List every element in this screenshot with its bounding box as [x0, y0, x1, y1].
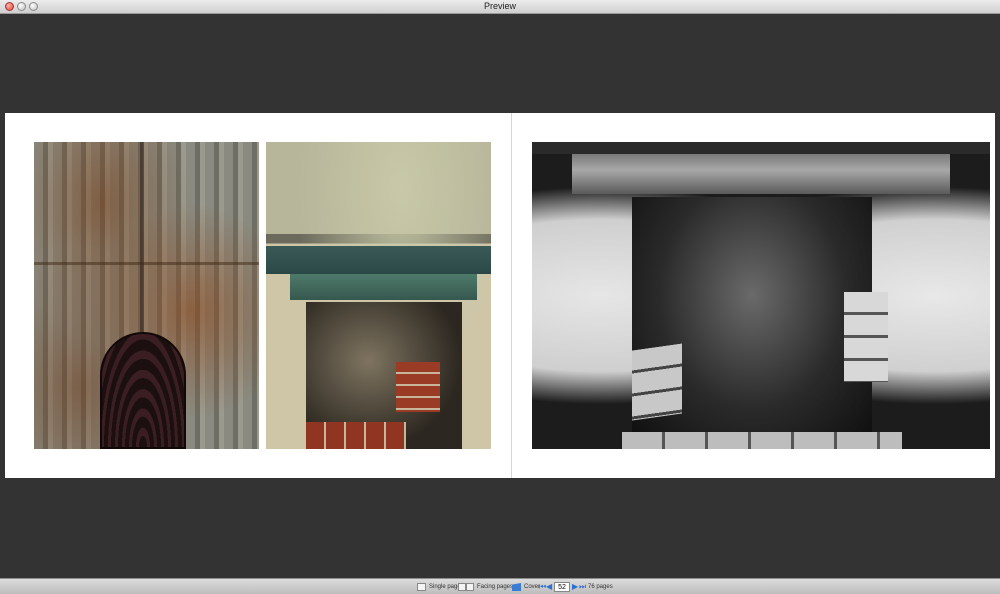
- photo-detail: [100, 332, 186, 449]
- rusted-iron-photo[interactable]: [34, 142, 259, 449]
- photo-detail: [306, 422, 406, 449]
- photo-detail: [290, 274, 477, 300]
- window-title: Preview: [483, 1, 516, 11]
- page-number-input[interactable]: [554, 582, 570, 592]
- photo-detail: [622, 432, 902, 449]
- facing-page-right-icon: [466, 583, 474, 591]
- next-page-icon[interactable]: ▶: [572, 583, 579, 591]
- facing-page-left-icon: [458, 583, 466, 591]
- photo-detail: [140, 142, 144, 342]
- status-bar: Single pages Facing pages Cover ⏮ ◀ ▶ ⏭ …: [0, 578, 1000, 594]
- fireplace-bw-photo[interactable]: [532, 142, 990, 449]
- page-viewer[interactable]: [0, 14, 1000, 578]
- title-bar: Preview: [0, 0, 1000, 14]
- photo-detail: [632, 343, 682, 421]
- cover-label: Cover: [524, 584, 541, 590]
- fireplace-color-photo[interactable]: [266, 142, 491, 449]
- single-pages-toggle[interactable]: Single pages: [417, 583, 464, 591]
- page-spread: [5, 113, 995, 478]
- facing-pages-toggle[interactable]: Facing pages: [458, 583, 513, 591]
- single-page-icon: [417, 583, 426, 591]
- page-gutter: [511, 113, 512, 478]
- page-count: 76 pages: [588, 584, 613, 590]
- photo-detail: [266, 246, 491, 274]
- first-page-icon[interactable]: ⏮: [539, 583, 546, 591]
- cover-toggle[interactable]: Cover: [512, 583, 540, 591]
- facing-pages-label: Facing pages: [477, 584, 514, 590]
- photo-detail: [34, 262, 259, 265]
- last-page-icon[interactable]: ⏭: [579, 583, 586, 591]
- photo-detail: [532, 142, 990, 154]
- photo-detail: [572, 154, 950, 194]
- photo-detail: [396, 362, 440, 412]
- photo-detail: [844, 292, 888, 382]
- cover-icon: [512, 583, 521, 591]
- previous-page-icon[interactable]: ◀: [546, 583, 553, 591]
